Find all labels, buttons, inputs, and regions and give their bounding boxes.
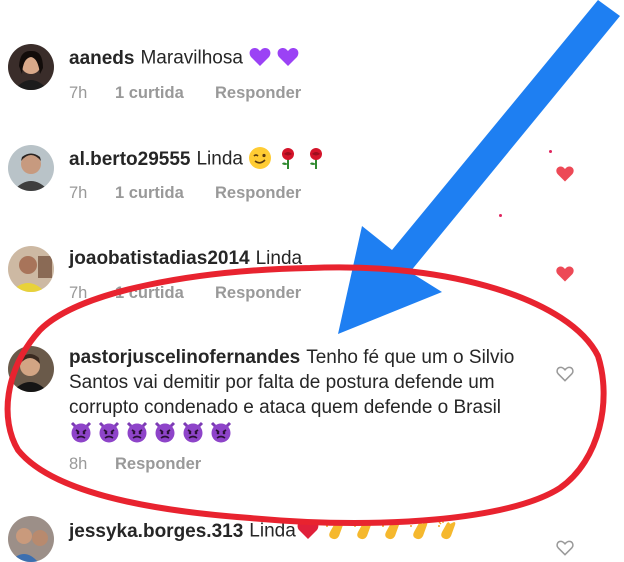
rose-emoji-icon [304, 146, 328, 170]
purple-heart-emoji-icon [248, 45, 272, 69]
purple-heart-emoji-icon [276, 45, 300, 69]
clapping-hands-emoji-icon [352, 518, 376, 542]
rose-emoji-icon [276, 146, 300, 170]
comment-body: jessyka.borges.313 Linda [69, 518, 539, 545]
likes-count[interactable]: 1 curtida [115, 84, 215, 103]
comment-body: joaobatistadias2014 Linda [69, 246, 539, 271]
emoji-row [296, 518, 464, 545]
reply-button[interactable]: Responder [215, 84, 301, 103]
comment-username[interactable]: joaobatistadias2014 [69, 248, 250, 269]
comment-time: 7h [69, 84, 88, 102]
comment-time: 8h [69, 455, 88, 473]
emoji-row [69, 420, 237, 447]
avatar[interactable] [8, 346, 54, 392]
like-heart-icon[interactable] [555, 264, 575, 284]
reply-button[interactable]: Responder [115, 455, 201, 474]
comment-username[interactable]: pastorjuscelinofernandes [69, 347, 300, 368]
comment-body: al.berto29555 Linda [69, 146, 539, 173]
comment-username[interactable]: jessyka.borges.313 [69, 521, 243, 542]
avatar[interactable] [8, 145, 54, 191]
likes-count[interactable]: 1 curtida [115, 284, 215, 303]
like-heart-icon[interactable] [555, 538, 575, 558]
red-heart-emoji-icon [296, 518, 320, 542]
angry-devil-emoji-icon [125, 420, 149, 444]
like-heart-icon[interactable] [555, 164, 575, 184]
avatar[interactable] [8, 516, 54, 562]
clapping-hands-emoji-icon [408, 518, 432, 542]
angry-devil-emoji-icon [209, 420, 233, 444]
comment-text: Linda [249, 520, 296, 542]
comment-text: Linda [196, 148, 243, 170]
clapping-hands-emoji-icon [436, 518, 460, 542]
avatar[interactable] [8, 44, 54, 90]
comment-meta: 7h 1 curtida Responder [69, 284, 301, 303]
comment-username[interactable]: aaneds [69, 48, 134, 69]
angry-devil-emoji-icon [97, 420, 121, 444]
reply-button[interactable]: Responder [215, 184, 301, 203]
comment-meta: 7h 1 curtida Responder [69, 84, 301, 103]
comment-time: 7h [69, 284, 88, 302]
angry-devil-emoji-icon [153, 420, 177, 444]
emoji-row [248, 146, 332, 173]
comment-username[interactable]: al.berto29555 [69, 149, 190, 170]
like-heart-icon[interactable] [555, 364, 575, 384]
decorative-dot [549, 150, 552, 153]
comment-text: Linda [255, 248, 303, 269]
comment-meta: 7h 1 curtida Responder [69, 184, 301, 203]
comment-meta: 8h Responder [69, 455, 201, 474]
angry-devil-emoji-icon [181, 420, 205, 444]
likes-count[interactable]: 1 curtida [115, 184, 215, 203]
decorative-dot [499, 214, 502, 217]
winking-face-emoji-icon [248, 146, 272, 170]
reply-button[interactable]: Responder [215, 284, 301, 303]
avatar[interactable] [8, 246, 54, 292]
comment-time: 7h [69, 184, 88, 202]
comment-body: pastorjuscelinofernandes Tenho fé que um … [69, 345, 544, 447]
clapping-hands-emoji-icon [380, 518, 404, 542]
angry-devil-emoji-icon [69, 420, 93, 444]
like-heart-icon[interactable] [555, 64, 575, 84]
clapping-hands-emoji-icon [324, 518, 348, 542]
emoji-row [248, 45, 304, 72]
comment-text: Maravilhosa [140, 47, 243, 69]
comment-body: aaneds Maravilhosa [69, 45, 539, 72]
